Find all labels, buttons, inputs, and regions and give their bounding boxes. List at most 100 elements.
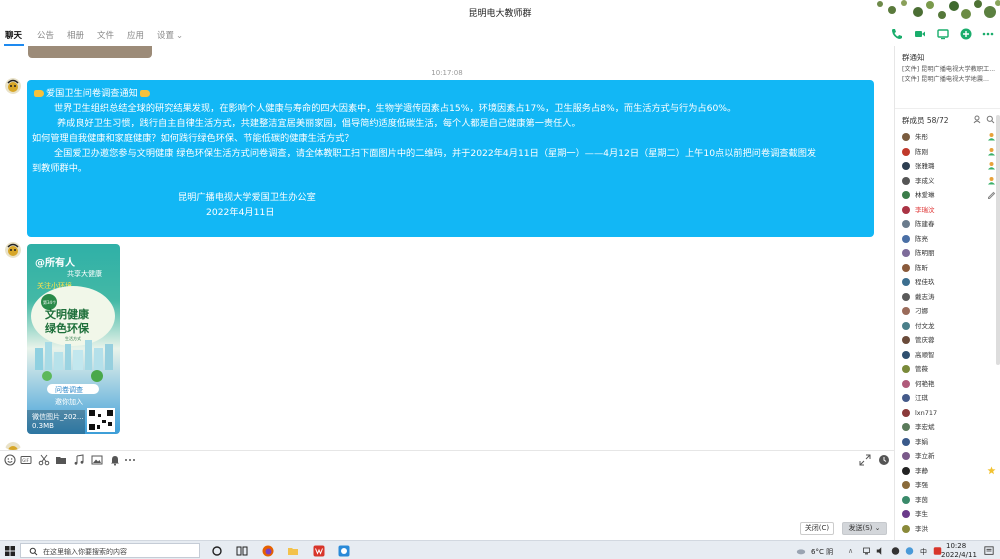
music-icon[interactable]	[73, 454, 85, 466]
add-icon[interactable]	[960, 28, 972, 40]
volume-icon[interactable]	[876, 545, 885, 557]
member-item[interactable]: 陈亮	[902, 233, 998, 245]
member-item[interactable]: 李茵	[902, 494, 998, 506]
member-avatar[interactable]	[902, 176, 910, 185]
close-button[interactable]: 关闭(C)	[800, 522, 834, 535]
member-avatar[interactable]	[902, 263, 910, 272]
member-item[interactable]: 戴志涛	[902, 291, 998, 303]
member-avatar[interactable]	[902, 379, 910, 388]
member-avatar[interactable]	[902, 234, 910, 243]
member-item[interactable]: 李生	[902, 508, 998, 520]
group-notice-item[interactable]: [文件] 昆明广播电视大学地震...	[902, 74, 998, 83]
group-notice-item[interactable]: [文件] 昆明广播电视大学教职工...	[902, 64, 998, 73]
member-avatar[interactable]	[902, 292, 910, 301]
network-icon[interactable]	[862, 545, 871, 557]
member-list-scrollbar[interactable]	[996, 115, 1000, 365]
member-item[interactable]: 江琪	[902, 392, 998, 404]
tab-settings[interactable]: 设置 ⌄	[157, 29, 183, 41]
wps-icon[interactable]	[313, 545, 325, 557]
task-view-icon[interactable]	[236, 545, 248, 557]
member-item[interactable]: 陈昕	[902, 262, 998, 274]
bell-icon[interactable]	[109, 454, 121, 466]
member-item[interactable]: 高顺智	[902, 349, 998, 361]
send-button[interactable]: 发送(S) ⌄	[842, 522, 887, 535]
taskbar-search-box[interactable]: 在这里输入你要搜索的内容	[20, 543, 200, 558]
member-item[interactable]: 管薇	[902, 363, 998, 375]
weather-text[interactable]: 6°C 阴	[811, 547, 833, 557]
chat-history[interactable]: 10:17:08 爱国卫生问卷调查通知 世界卫生组织总结全球的研究结果发现，在影…	[0, 46, 894, 450]
tab-album[interactable]: 相册	[67, 29, 84, 41]
notification-icon[interactable]	[984, 545, 994, 557]
cortana-icon[interactable]	[211, 545, 223, 557]
member-avatar[interactable]	[902, 191, 910, 199]
more-icon[interactable]	[982, 28, 994, 40]
member-avatar[interactable]	[902, 278, 910, 286]
emoji-icon[interactable]	[4, 454, 16, 466]
clock-date[interactable]: 2022/4/11	[941, 551, 977, 559]
member-avatar[interactable]	[902, 220, 910, 228]
member-avatar[interactable]	[902, 394, 910, 402]
member-item[interactable]: 李宏斌	[902, 421, 998, 433]
member-avatar[interactable]	[902, 147, 910, 156]
weather-icon[interactable]	[796, 545, 806, 557]
tray-app-icon[interactable]	[905, 545, 914, 557]
avatar[interactable]	[5, 78, 21, 94]
tab-files[interactable]: 文件	[97, 29, 114, 41]
video-icon[interactable]	[914, 28, 926, 40]
member-item[interactable]: 李洪	[902, 523, 998, 535]
member-item[interactable]: lxn717	[902, 407, 998, 419]
scissors-icon[interactable]	[38, 454, 50, 466]
member-avatar[interactable]	[902, 133, 910, 141]
avatar[interactable]	[5, 242, 21, 258]
folder-icon[interactable]	[55, 454, 67, 466]
member-avatar[interactable]	[902, 350, 910, 359]
app-icon[interactable]	[338, 545, 350, 557]
screen-share-icon[interactable]	[937, 28, 949, 40]
member-avatar[interactable]	[902, 162, 910, 170]
tab-chat[interactable]: 聊天	[5, 29, 22, 41]
member-item[interactable]: 管庆蓉	[902, 334, 998, 346]
ime-indicator[interactable]: 中	[920, 547, 927, 557]
member-avatar[interactable]	[902, 408, 910, 417]
member-item[interactable]: 李娟	[902, 436, 998, 448]
member-item[interactable]: 李静	[902, 465, 998, 477]
more-icon[interactable]	[124, 454, 136, 466]
member-avatar[interactable]	[902, 510, 910, 518]
member-avatar[interactable]	[902, 466, 910, 475]
member-item[interactable]: 朱彤	[902, 131, 998, 143]
tab-announcement[interactable]: 公告	[37, 29, 54, 41]
expand-icon[interactable]	[859, 454, 871, 466]
member-item[interactable]: 刁娜	[902, 305, 998, 317]
member-avatar[interactable]	[902, 249, 910, 257]
gif-icon[interactable]: GIF	[20, 454, 32, 466]
tray-app-icon[interactable]	[891, 545, 900, 557]
member-avatar[interactable]	[902, 423, 910, 431]
firefox-icon[interactable]	[262, 545, 274, 557]
member-item[interactable]: 李强	[902, 479, 998, 491]
poster-image[interactable]: @所有人 共享大健康 关注小环境 第34个 文明健康 绿色环保 生活方式 问卷调…	[27, 244, 120, 434]
member-item[interactable]: 陈建春	[902, 218, 998, 230]
member-avatar[interactable]	[902, 321, 910, 330]
history-clock-icon[interactable]	[878, 454, 890, 466]
member-item[interactable]: 张雅璐	[902, 160, 998, 172]
member-item[interactable]: 何艳艳	[902, 378, 998, 390]
tray-expand-icon[interactable]: ∧	[848, 547, 853, 555]
add-member-icon[interactable]	[973, 115, 982, 124]
member-avatar[interactable]	[902, 437, 910, 446]
member-avatar[interactable]	[902, 524, 910, 533]
previous-image-thumbnail[interactable]	[28, 46, 152, 58]
member-item[interactable]: 李立新	[902, 450, 998, 462]
image-icon[interactable]	[91, 454, 103, 466]
member-avatar[interactable]	[902, 495, 910, 504]
member-avatar[interactable]	[902, 365, 910, 373]
avatar[interactable]	[5, 442, 21, 450]
member-avatar[interactable]	[902, 307, 910, 315]
clock-time[interactable]: 10:28	[946, 542, 966, 550]
windows-start-icon[interactable]	[4, 545, 16, 557]
member-item[interactable]: 付文龙	[902, 320, 998, 332]
member-item[interactable]: 李成义	[902, 175, 998, 187]
member-item[interactable]: 李瑞汶	[902, 204, 998, 216]
file-explorer-icon[interactable]	[287, 545, 299, 557]
chevron-down-icon[interactable]: ⌄	[875, 524, 881, 532]
member-item[interactable]: 林爱琳	[902, 189, 998, 201]
